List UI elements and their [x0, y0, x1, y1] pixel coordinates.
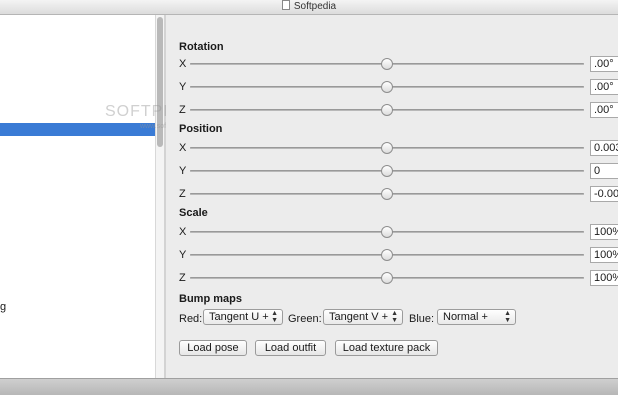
inspector-panel: Rotation X Y Z Position X Y Z Scale X Y …	[166, 15, 618, 378]
scale-z-field[interactable]	[590, 270, 618, 286]
rotation-z-label: Z	[179, 104, 186, 116]
rotation-x-label: X	[179, 58, 187, 70]
blue-channel-value: Normal +	[443, 311, 488, 323]
rotation-y-slider[interactable]	[190, 81, 584, 93]
bump-maps-heading: Bump maps	[179, 293, 242, 305]
position-z-label: Z	[179, 188, 186, 200]
scale-heading: Scale	[179, 207, 208, 219]
load-texture-pack-button[interactable]: Load texture pack	[335, 340, 438, 356]
popup-arrows-icon: ▲ ▼	[391, 310, 398, 324]
scale-x-label: X	[179, 226, 187, 238]
scale-x-field[interactable]	[590, 224, 618, 240]
scale-z-label: Z	[179, 272, 186, 284]
popup-arrows-icon: ▲ ▼	[504, 310, 511, 324]
load-pose-button[interactable]: Load pose	[179, 340, 247, 356]
selected-list-item[interactable]	[0, 123, 155, 136]
window-bottom-bar	[0, 378, 618, 395]
slider-knob[interactable]	[381, 188, 393, 200]
rotation-y-field[interactable]	[590, 79, 618, 95]
slider-knob[interactable]	[381, 165, 393, 177]
rotation-z-field[interactable]	[590, 102, 618, 118]
window-titlebar: Softpedia	[0, 0, 618, 15]
slider-knob[interactable]	[381, 249, 393, 261]
green-channel-popup[interactable]: Tangent V + ▲ ▼	[323, 309, 403, 325]
position-z-slider[interactable]	[190, 188, 584, 200]
rotation-heading: Rotation	[179, 41, 224, 53]
position-heading: Position	[179, 123, 223, 135]
popup-arrows-icon: ▲ ▼	[271, 310, 278, 324]
green-label: Green:	[288, 313, 322, 325]
position-y-field[interactable]	[590, 163, 618, 179]
scale-y-field[interactable]	[590, 247, 618, 263]
blue-channel-popup[interactable]: Normal + ▲ ▼	[437, 309, 516, 325]
position-x-slider[interactable]	[190, 142, 584, 154]
position-z-field[interactable]	[590, 186, 618, 202]
position-y-label: Y	[179, 165, 187, 177]
scale-y-slider[interactable]	[190, 249, 584, 261]
slider-knob[interactable]	[381, 272, 393, 284]
slider-knob[interactable]	[381, 226, 393, 238]
red-channel-value: Tangent U +	[209, 311, 269, 323]
scale-y-label: Y	[179, 249, 187, 261]
position-x-label: X	[179, 142, 187, 154]
blue-label: Blue:	[409, 313, 435, 325]
position-y-slider[interactable]	[190, 165, 584, 177]
slider-knob[interactable]	[381, 104, 393, 116]
slider-knob[interactable]	[381, 142, 393, 154]
rotation-x-slider[interactable]	[190, 58, 584, 70]
red-channel-popup[interactable]: Tangent U + ▲ ▼	[203, 309, 283, 325]
load-outfit-button[interactable]: Load outfit	[255, 340, 326, 356]
scale-z-slider[interactable]	[190, 272, 584, 284]
slider-knob[interactable]	[381, 81, 393, 93]
window-title: Softpedia	[293, 1, 337, 12]
green-channel-value: Tangent V +	[329, 311, 389, 323]
red-label: Red:	[179, 313, 203, 325]
outline-list[interactable]: g	[0, 15, 156, 378]
scale-x-slider[interactable]	[190, 226, 584, 238]
rotation-z-slider[interactable]	[190, 104, 584, 116]
rotation-x-field[interactable]	[590, 56, 618, 72]
document-icon	[281, 0, 290, 10]
position-x-field[interactable]	[590, 140, 618, 156]
list-item-label[interactable]: g	[0, 301, 6, 313]
list-scrollbar[interactable]	[155, 15, 164, 378]
rotation-y-label: Y	[179, 81, 187, 93]
slider-knob[interactable]	[381, 58, 393, 70]
